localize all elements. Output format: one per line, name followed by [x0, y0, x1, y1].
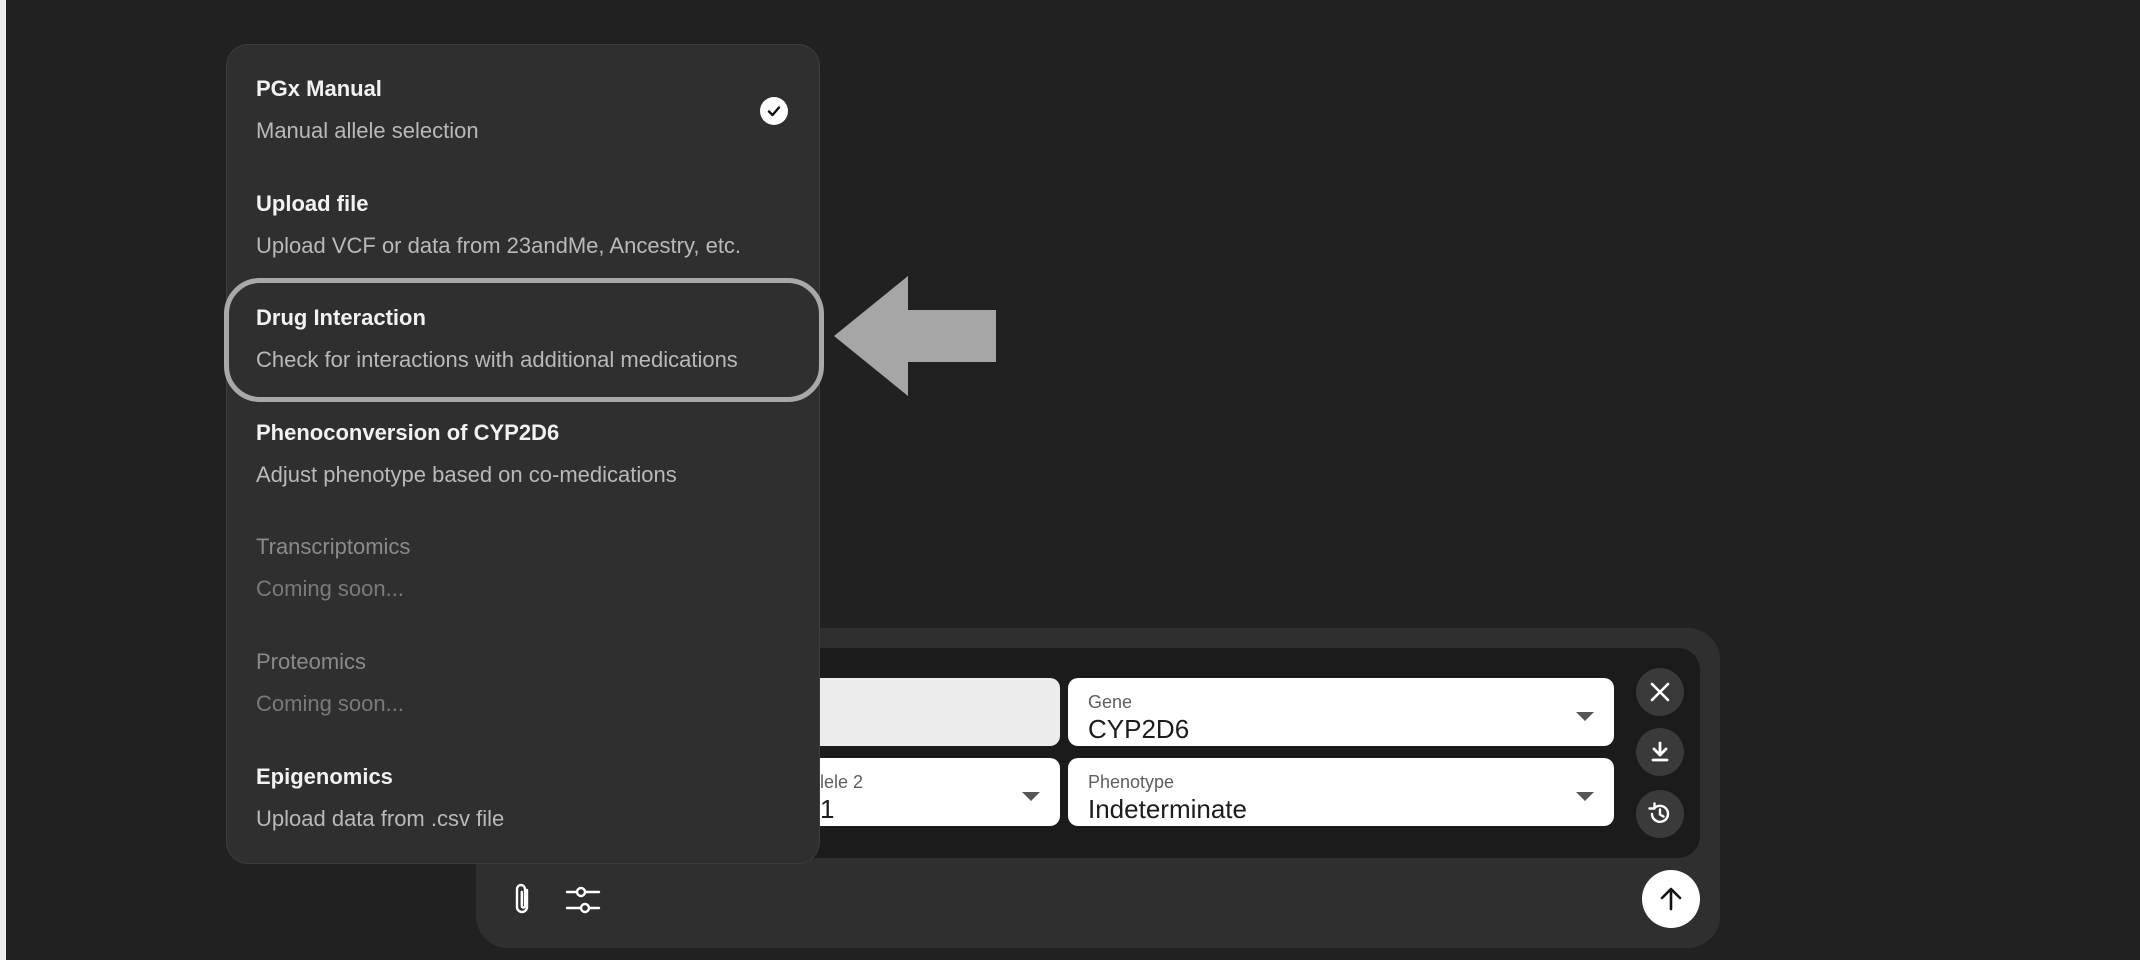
menu-item-transcriptomics: Transcriptomics Coming soon...	[256, 532, 816, 604]
menu-item-description: Coming soon...	[256, 576, 404, 601]
menu-item-description: Upload data from .csv file	[256, 806, 505, 831]
arrow-up-icon	[1660, 887, 1682, 911]
gene-select[interactable]: Gene CYP2D6	[1068, 678, 1614, 746]
menu-item-description: Upload VCF or data from 23andMe, Ancestr…	[256, 233, 742, 258]
menu-item-description: Coming soon...	[256, 691, 404, 716]
phenotype-value: Indeterminate	[1088, 794, 1247, 824]
history-button[interactable]	[1636, 790, 1684, 838]
menu-item-title: Phenoconversion of CYP2D6	[256, 420, 560, 445]
allele-1-field[interactable]	[806, 678, 1060, 746]
paperclip-icon	[515, 883, 529, 914]
menu-item-phenoconversion[interactable]: Phenoconversion of CYP2D6 Adjust phenoty…	[256, 418, 816, 490]
menu-item-title: Upload file	[256, 191, 369, 216]
gene-label: Gene	[1088, 692, 1133, 712]
menu-item-description: Manual allele selection	[256, 118, 479, 143]
sliders-icon	[565, 886, 601, 914]
attach-button[interactable]	[506, 880, 540, 920]
menu-item-epigenomics[interactable]: Epigenomics Upload data from .csv file	[256, 762, 816, 834]
download-button[interactable]	[1636, 728, 1684, 776]
menu-item-title: Proteomics	[256, 649, 367, 674]
settings-button[interactable]	[562, 880, 604, 920]
menu-item-title: PGx Manual	[256, 76, 382, 101]
menu-item-title: Transcriptomics	[256, 534, 411, 559]
allele-2-value: 1	[820, 794, 835, 824]
menu-item-pgx-manual[interactable]: PGx Manual Manual allele selection	[256, 74, 816, 146]
chevron-down-icon	[1576, 712, 1594, 721]
allele-2-label: llele 2	[816, 772, 864, 792]
menu-item-description: Adjust phenotype based on co-medications	[256, 462, 677, 487]
download-icon	[1651, 741, 1669, 762]
allele-2-select[interactable]: llele 2 1	[806, 758, 1060, 826]
send-button[interactable]	[1642, 870, 1700, 928]
window-edge	[0, 0, 6, 960]
close-icon	[1650, 682, 1670, 702]
history-icon	[1648, 802, 1670, 823]
menu-item-upload-file[interactable]: Upload file Upload VCF or data from 23an…	[256, 189, 816, 261]
check-icon	[760, 97, 788, 125]
gene-value: CYP2D6	[1088, 714, 1190, 744]
chevron-down-icon	[1022, 792, 1040, 801]
menu-item-proteomics: Proteomics Coming soon...	[256, 647, 816, 719]
arrow-left-icon	[834, 276, 996, 396]
highlight-outline	[224, 278, 824, 402]
menu-item-title: Epigenomics	[256, 764, 393, 789]
phenotype-label: Phenotype	[1088, 772, 1175, 792]
chevron-down-icon	[1576, 792, 1594, 801]
close-button[interactable]	[1636, 668, 1684, 716]
phenotype-select[interactable]: Phenotype Indeterminate	[1068, 758, 1614, 826]
